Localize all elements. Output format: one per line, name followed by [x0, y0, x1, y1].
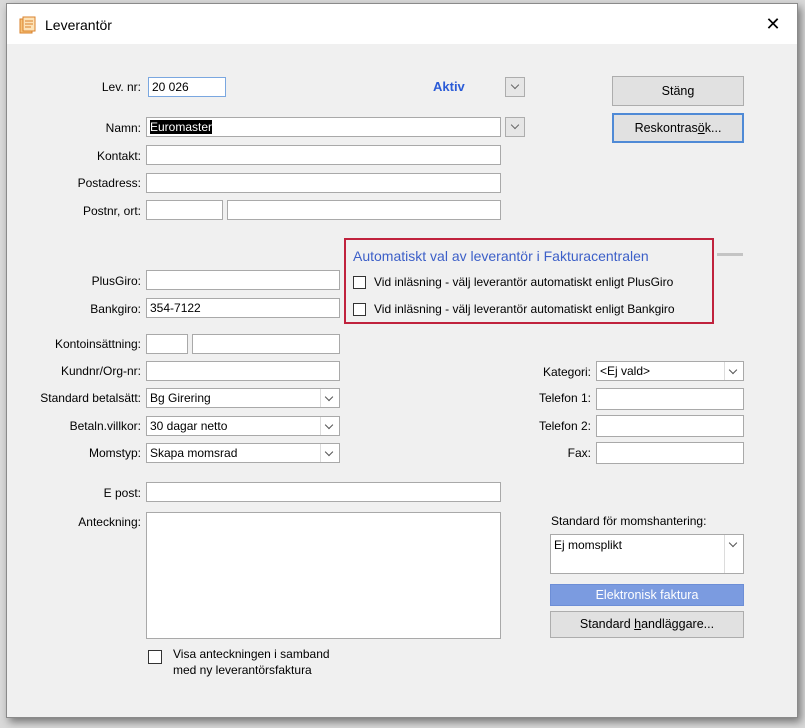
postadress-input[interactable] — [146, 173, 501, 193]
momshantering-label: Standard för momshantering: — [551, 514, 707, 528]
postadress-label: Postadress: — [77, 176, 141, 190]
elektronisk-faktura-button[interactable]: Elektronisk faktura — [550, 584, 744, 606]
chevron-down-icon[interactable] — [320, 417, 339, 435]
status-dropdown-button[interactable] — [505, 77, 525, 97]
reskontra-button-label-post: k... — [704, 121, 722, 135]
namn-label: Namn: — [105, 121, 141, 135]
reskontra-button-label-pre: Reskontras — [634, 121, 698, 135]
chevron-down-icon[interactable] — [320, 444, 339, 462]
bankgiro-checkbox[interactable] — [353, 303, 366, 316]
betalnvillkor-value: 30 dagar netto — [150, 419, 228, 433]
elektronisk-faktura-label: Elektronisk faktura — [595, 588, 699, 602]
betalsatt-select[interactable]: Bg Girering — [146, 388, 340, 408]
chevron-down-icon[interactable] — [724, 362, 743, 380]
fax-input[interactable] — [596, 442, 744, 464]
chevron-down-icon[interactable] — [320, 389, 339, 407]
plusgiro-input[interactable] — [146, 270, 340, 290]
konto-input[interactable] — [192, 334, 340, 354]
telefon2-label: Telefon 2: — [538, 419, 591, 433]
ort-input[interactable] — [227, 200, 501, 220]
betalsatt-value: Bg Girering — [150, 391, 211, 405]
betalnvillkor-select[interactable]: 30 dagar netto — [146, 416, 340, 436]
close-button[interactable]: Stäng — [612, 76, 744, 106]
momshantering-select[interactable]: Ej momsplikt — [550, 534, 744, 574]
epost-input[interactable] — [146, 482, 501, 502]
kontoinsattning-label: Kontoinsättning: — [54, 337, 141, 351]
auto-select-title: Automatiskt val av leverantör i Fakturac… — [353, 248, 649, 264]
handlaggare-label-pre: Standard — [579, 617, 635, 631]
reskontra-button[interactable]: Reskontrasök... — [612, 113, 744, 143]
telefon2-input[interactable] — [596, 415, 744, 437]
momshantering-value: Ej momsplikt — [554, 538, 623, 552]
betalnvillkor-label: Betaln.villkor: — [69, 419, 141, 433]
kategori-value: <Ej vald> — [600, 364, 651, 378]
bankgiro-input[interactable]: 354-7122 — [146, 298, 340, 318]
close-button-label: Stäng — [661, 84, 695, 98]
momstyp-select[interactable]: Skapa momsrad — [146, 443, 340, 463]
app-icon — [19, 16, 37, 34]
kundnr-label: Kundnr/Org-nr: — [60, 364, 141, 378]
anteckning-label: Anteckning: — [78, 515, 141, 529]
postnr-ort-label: Postnr, ort: — [82, 204, 141, 218]
momstyp-label: Momstyp: — [88, 446, 141, 460]
lev-nr-input[interactable]: 20 026 — [148, 77, 226, 97]
fax-label: Fax: — [567, 446, 591, 460]
kundnr-input[interactable] — [146, 361, 340, 381]
clearing-input[interactable] — [146, 334, 188, 354]
separator-line — [717, 253, 743, 256]
title-bar: Leverantör ✕ — [7, 4, 797, 44]
supplier-dialog: Leverantör ✕ Lev. nr: 20 026 Aktiv Stäng… — [6, 3, 798, 718]
window-title: Leverantör — [45, 17, 112, 33]
standard-handlaggare-button[interactable]: Standard handläggare... — [550, 611, 744, 638]
anteckning-textarea[interactable] — [146, 512, 501, 639]
namn-input[interactable]: Euromaster — [146, 117, 501, 137]
reskontra-button-label-accel: ö — [697, 121, 705, 135]
close-icon[interactable]: ✕ — [763, 14, 783, 34]
namn-value: Euromaster — [150, 120, 213, 134]
bankgiro-option-label: Vid inläsning - välj leverantör automati… — [374, 302, 675, 316]
telefon1-label: Telefon 1: — [538, 391, 591, 405]
epost-label: E post: — [103, 486, 141, 500]
postnr-input[interactable] — [146, 200, 223, 220]
momstyp-value: Skapa momsrad — [150, 446, 238, 460]
kategori-label: Kategori: — [542, 365, 591, 379]
plusgiro-checkbox[interactable] — [353, 276, 366, 289]
visa-anteckning-label-2: med ny leverantörsfaktura — [173, 663, 312, 677]
lev-nr-label: Lev. nr: — [101, 80, 141, 94]
plusgiro-option-label: Vid inläsning - välj leverantör automati… — [374, 275, 674, 289]
auto-select-group: Automatiskt val av leverantör i Fakturac… — [344, 238, 714, 324]
bankgiro-label: Bankgiro: — [90, 302, 141, 316]
status-active: Aktiv — [433, 79, 465, 94]
visa-anteckning-label-1: Visa anteckningen i samband — [173, 647, 330, 661]
visa-anteckning-checkbox[interactable] — [148, 650, 162, 664]
betalsatt-label: Standard betalsätt: — [40, 391, 141, 405]
namn-dropdown-button[interactable] — [505, 117, 525, 137]
kontakt-input[interactable] — [146, 145, 501, 165]
kategori-select[interactable]: <Ej vald> — [596, 361, 744, 381]
telefon1-input[interactable] — [596, 388, 744, 410]
kontakt-label: Kontakt: — [96, 149, 141, 163]
plusgiro-label: PlusGiro: — [91, 274, 141, 288]
chevron-down-icon[interactable] — [724, 535, 743, 573]
handlaggare-label-post: andläggare... — [641, 617, 715, 631]
